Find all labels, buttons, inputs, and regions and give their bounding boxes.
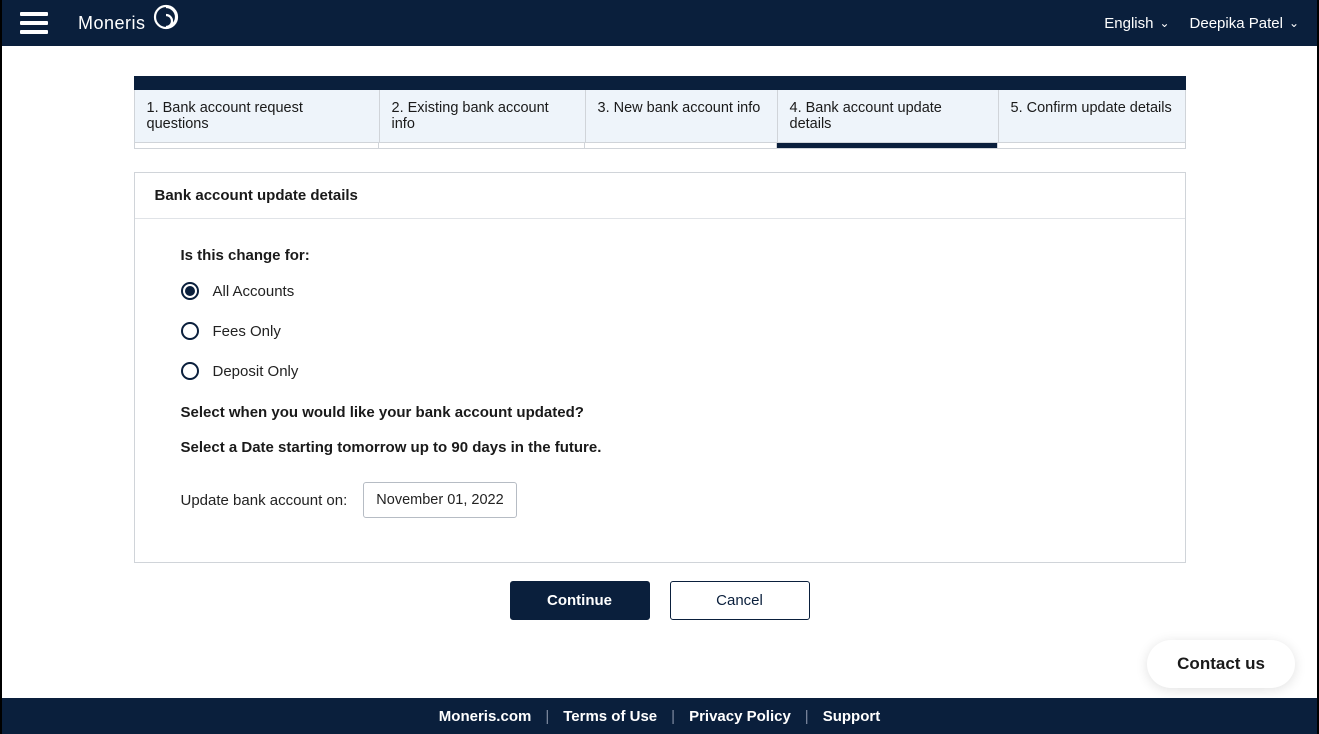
tab-step-5[interactable]: 5. Confirm update details xyxy=(999,90,1185,142)
brand-swirl-icon xyxy=(150,3,182,35)
footer-link-terms[interactable]: Terms of Use xyxy=(563,708,657,725)
contact-us-button[interactable]: Contact us xyxy=(1147,640,1295,688)
brand-logo[interactable]: Moneris xyxy=(78,7,182,39)
footer-link-moneris[interactable]: Moneris.com xyxy=(439,708,532,725)
card-title: Bank account update details xyxy=(135,173,1185,219)
menu-icon[interactable] xyxy=(20,12,48,34)
radio-fees-only[interactable]: Fees Only xyxy=(181,322,1139,340)
radio-icon xyxy=(181,282,199,300)
continue-button[interactable]: Continue xyxy=(510,581,650,620)
cancel-button[interactable]: Cancel xyxy=(670,581,810,620)
tab-step-2[interactable]: 2. Existing bank account info xyxy=(380,90,586,142)
form-card: Bank account update details Is this chan… xyxy=(134,172,1186,563)
footer-link-support[interactable]: Support xyxy=(823,708,881,725)
radio-icon xyxy=(181,362,199,380)
question-change-for: Is this change for: xyxy=(181,247,1139,264)
footer-separator: | xyxy=(545,708,549,725)
progress-indicator xyxy=(134,143,1186,149)
progress-top-bar xyxy=(134,76,1186,90)
question-update-when: Select when you would like your bank acc… xyxy=(181,404,1139,421)
radio-deposit-only[interactable]: Deposit Only xyxy=(181,362,1139,380)
tab-step-1[interactable]: 1. Bank account request questions xyxy=(135,90,380,142)
date-label: Update bank account on: xyxy=(181,492,348,509)
update-date-input[interactable]: November 01, 2022 xyxy=(363,482,516,518)
language-label: English xyxy=(1104,15,1153,32)
footer-separator: | xyxy=(805,708,809,725)
user-name: Deepika Patel xyxy=(1190,15,1283,32)
footer: Moneris.com | Terms of Use | Privacy Pol… xyxy=(2,698,1317,734)
brand-text: Moneris xyxy=(78,13,146,34)
chevron-down-icon: ⌄ xyxy=(1289,16,1299,30)
radio-all-accounts[interactable]: All Accounts xyxy=(181,282,1139,300)
footer-separator: | xyxy=(671,708,675,725)
date-range-note: Select a Date starting tomorrow up to 90… xyxy=(181,439,1139,456)
step-tabs: 1. Bank account request questions 2. Exi… xyxy=(134,90,1186,143)
language-selector[interactable]: English ⌄ xyxy=(1104,15,1169,32)
user-menu[interactable]: Deepika Patel ⌄ xyxy=(1190,15,1299,32)
footer-link-privacy[interactable]: Privacy Policy xyxy=(689,708,791,725)
tab-step-3[interactable]: 3. New bank account info xyxy=(586,90,778,142)
top-header: Moneris English ⌄ Deepika Patel ⌄ xyxy=(2,0,1317,46)
chevron-down-icon: ⌄ xyxy=(1159,16,1169,30)
tab-step-4[interactable]: 4. Bank account update details xyxy=(778,90,999,142)
radio-label: Fees Only xyxy=(213,323,281,340)
radio-label: Deposit Only xyxy=(213,363,299,380)
radio-label: All Accounts xyxy=(213,283,295,300)
radio-icon xyxy=(181,322,199,340)
